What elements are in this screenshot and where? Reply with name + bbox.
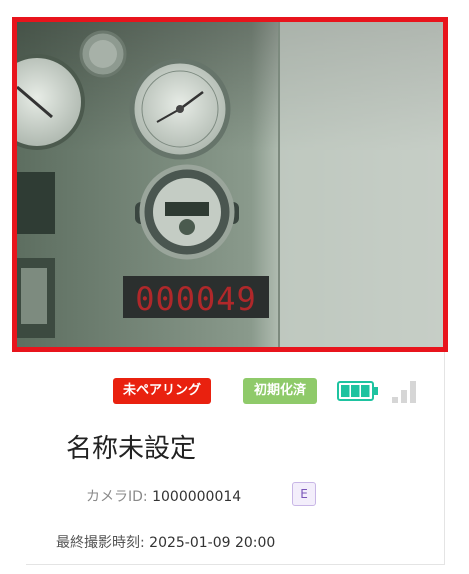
camera-id-label: カメラID:	[86, 489, 148, 505]
camera-id-value: 1000000014	[152, 489, 242, 505]
camera-card[interactable]: 未ペアリング 初期化済 名称未設定 カメラID: 1000000014 E 最終…	[26, 352, 445, 565]
led-counter: 000049	[135, 280, 257, 318]
edition-badge: E	[292, 482, 316, 506]
gauge-panel-photo: 000049	[17, 22, 443, 347]
status-row: 未ペアリング 初期化済	[25, 378, 444, 404]
unpaired-badge: 未ペアリング	[113, 378, 211, 404]
camera-name[interactable]: 名称未設定	[66, 428, 196, 465]
last-shot-label: 最終撮影時刻:	[56, 535, 145, 551]
battery-icon	[337, 381, 378, 401]
camera-id-line: カメラID: 1000000014	[86, 486, 241, 506]
last-shot-value: 2025-01-09 20:00	[149, 535, 276, 551]
last-shot-line: 最終撮影時刻: 2025-01-09 20:00	[56, 532, 275, 552]
initialized-badge: 初期化済	[243, 378, 317, 404]
signal-strength-icon	[392, 381, 416, 403]
camera-photo[interactable]: 000049	[12, 17, 448, 352]
